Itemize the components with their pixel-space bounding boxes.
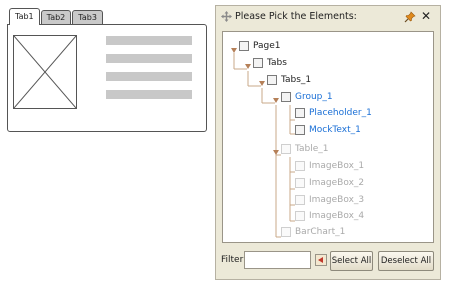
tree-checkbox[interactable] — [281, 144, 291, 154]
tree-node[interactable]: Table_1 — [281, 142, 329, 156]
mockup-tab-bar: Tab1 Tab2 Tab3 — [9, 8, 104, 25]
filter-input[interactable] — [244, 251, 311, 269]
tree-node[interactable]: Group_1 — [281, 90, 333, 104]
filter-row: Filter: Select All Deselect All — [216, 247, 440, 273]
text-placeholder-line — [106, 72, 192, 81]
tree-node[interactable]: Tabs — [253, 56, 287, 70]
expand-arrow-icon — [231, 48, 237, 53]
dialog-title: Please Pick the Elements: — [235, 11, 357, 22]
clear-arrow-icon — [318, 257, 323, 263]
filter-label: Filter: — [221, 255, 247, 265]
text-placeholder-line — [106, 90, 192, 99]
tree-checkbox[interactable] — [239, 41, 249, 51]
mockup-tab-panel — [7, 24, 207, 132]
clear-filter-button[interactable] — [315, 254, 327, 266]
tree-node[interactable]: Placeholder_1 — [295, 106, 372, 120]
tree-node-label: Table_1 — [295, 144, 329, 154]
tree-node-label: ImageBox_3 — [309, 195, 365, 205]
tree-node-label: Page1 — [253, 41, 281, 51]
tree-checkbox[interactable] — [295, 161, 305, 171]
tree-node[interactable]: ImageBox_3 — [295, 193, 364, 207]
tree-checkbox[interactable] — [281, 92, 291, 102]
mockup-tab-2[interactable]: Tab2 — [40, 10, 72, 25]
element-tree: Page1 Tabs Tabs_1 Group_1 Placeholder_1 … — [222, 31, 434, 243]
expand-arrow-icon — [273, 150, 279, 155]
expand-arrow-icon — [259, 81, 265, 86]
tree-checkbox[interactable] — [295, 195, 305, 205]
tree-node-label: MockText_1 — [309, 125, 361, 135]
tree-node-label: ImageBox_4 — [309, 211, 365, 221]
dialog-title-bar[interactable]: Please Pick the Elements: ✕ — [216, 6, 440, 28]
tree-node-label: ImageBox_1 — [309, 161, 365, 171]
tree-node-label: ImageBox_2 — [309, 178, 365, 188]
pin-icon[interactable] — [404, 11, 416, 23]
tree-node-label: Group_1 — [295, 92, 333, 102]
tree-checkbox[interactable] — [295, 125, 305, 135]
tree-checkbox[interactable] — [295, 178, 305, 188]
tree-node-label: Placeholder_1 — [309, 108, 372, 118]
close-icon[interactable]: ✕ — [421, 9, 431, 23]
tree-node[interactable]: ImageBox_2 — [295, 176, 364, 190]
expand-arrow-icon — [273, 98, 279, 103]
text-placeholder-line — [106, 54, 192, 63]
image-placeholder — [13, 35, 77, 109]
tree-node-label: Tabs — [267, 58, 287, 68]
text-placeholder-line — [106, 36, 192, 45]
mockup-tab-3[interactable]: Tab3 — [72, 10, 103, 25]
tree-node[interactable]: Tabs_1 — [267, 73, 311, 87]
tree-checkbox[interactable] — [253, 58, 263, 68]
move-icon[interactable] — [221, 11, 232, 22]
tree-node[interactable]: MockText_1 — [295, 123, 361, 137]
tree-checkbox[interactable] — [295, 211, 305, 221]
tree-checkbox[interactable] — [295, 108, 305, 118]
pick-elements-dialog: Please Pick the Elements: ✕ Page1 Tabs T… — [215, 5, 441, 280]
tree-node[interactable]: ImageBox_4 — [295, 209, 364, 223]
tree-checkbox[interactable] — [267, 75, 277, 85]
select-all-button[interactable]: Select All — [330, 251, 373, 271]
tree-checkbox[interactable] — [281, 227, 291, 237]
tree-node-label: BarChart_1 — [295, 227, 346, 237]
mockup-tab-1[interactable]: Tab1 — [9, 8, 40, 25]
tree-node[interactable]: Page1 — [239, 39, 281, 53]
tree-node[interactable]: ImageBox_1 — [295, 159, 364, 173]
tree-node[interactable]: BarChart_1 — [281, 225, 345, 239]
wireframe-mockup: Tab1 Tab2 Tab3 — [7, 8, 207, 132]
tree-node-label: Tabs_1 — [281, 75, 312, 85]
expand-arrow-icon — [245, 64, 251, 69]
deselect-all-button[interactable]: Deselect All — [378, 251, 434, 271]
